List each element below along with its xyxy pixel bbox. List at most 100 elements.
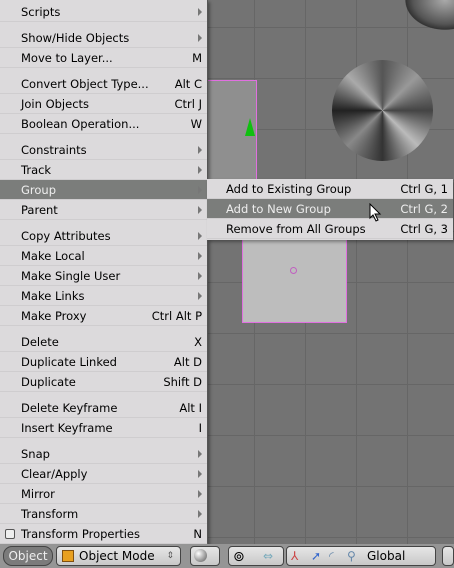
pivot-icon: ⊚: [233, 549, 245, 565]
submenu-arrow-icon: [198, 166, 202, 174]
shortcut-label: Alt D: [173, 355, 202, 369]
shortcut-label: Alt I: [179, 401, 202, 415]
menu-item-label: Add to Existing Group: [226, 182, 352, 196]
menu-item-label: Make Links: [21, 289, 85, 303]
object-origin: [290, 267, 297, 274]
sphere-object[interactable]: [405, 0, 454, 30]
menu-item-mirror[interactable]: Mirror: [0, 484, 207, 504]
menu-item-label: Group: [21, 183, 57, 197]
layer-button[interactable]: [442, 546, 454, 566]
menu-item-label: Insert Keyframe: [21, 421, 113, 435]
shortcut-label: Ctrl G, 2: [400, 202, 448, 216]
submenu-arrow-icon: [198, 186, 202, 194]
shortcut-label: Ctrl G, 3: [400, 222, 448, 236]
submenu-arrow-icon: [198, 232, 202, 240]
shortcut-label: I: [198, 421, 202, 435]
menu-item-label: Join Objects: [21, 97, 90, 111]
submenu-arrow-icon: [198, 34, 202, 42]
selected-object-base[interactable]: [242, 238, 347, 323]
menu-item-duplicate-linked[interactable]: Duplicate Linked Alt D: [0, 352, 207, 372]
scale-icon: ⚲: [347, 549, 356, 563]
menu-item-insert-keyframe[interactable]: Insert Keyframe I: [0, 418, 207, 438]
menu-item-remove-from-all-groups[interactable]: Remove from All Groups Ctrl G, 3: [207, 219, 453, 239]
shortcut-label: Ctrl J: [174, 97, 202, 111]
menu-item-label: Transform Properties: [21, 527, 140, 541]
menu-item-copy-attributes[interactable]: Copy Attributes: [0, 226, 207, 246]
menu-item-label: Convert Object Type...: [21, 77, 149, 91]
menu-item-constraints[interactable]: Constraints: [0, 140, 207, 160]
menu-item-transform[interactable]: Transform: [0, 504, 207, 524]
menu-item-label: Scripts: [21, 5, 61, 19]
menu-item-convert-object-type[interactable]: Convert Object Type... Alt C: [0, 74, 207, 94]
shortcut-label: Alt C: [174, 77, 202, 91]
menu-item-label: Mirror: [21, 487, 55, 501]
shortcut-label: M: [192, 51, 202, 65]
object-menu-button[interactable]: Object: [3, 546, 53, 566]
shortcut-label: W: [190, 117, 202, 131]
submenu-arrow-icon: [198, 510, 202, 518]
submenu-arrow-icon: [198, 252, 202, 260]
orientation-label: Global: [367, 549, 406, 563]
menu-item-label: Add to New Group: [226, 202, 331, 216]
transform-arrow-icon[interactable]: [245, 118, 255, 136]
menu-item-label: Snap: [21, 447, 50, 461]
submenu-arrow-icon: [198, 292, 202, 300]
menu-item-add-to-new-group[interactable]: Add to New Group Ctrl G, 2: [207, 199, 453, 219]
mode-select[interactable]: Object Mode ⇕: [56, 546, 181, 566]
menu-item-clear-apply[interactable]: Clear/Apply: [0, 464, 207, 484]
menu-item-delete[interactable]: Delete X: [0, 332, 207, 352]
pivot-select[interactable]: ⊚ ⇔: [228, 546, 284, 566]
mouse-cursor-icon: [369, 203, 382, 222]
menu-item-make-local[interactable]: Make Local: [0, 246, 207, 266]
orientation-select[interactable]: ⅄ ➚ ◜ ⚲ Global: [286, 546, 436, 566]
menu-item-label: Parent: [21, 203, 58, 217]
shortcut-label: Ctrl G, 1: [400, 182, 448, 196]
menu-item-make-links[interactable]: Make Links: [0, 286, 207, 306]
menu-item-label: Make Proxy: [21, 309, 87, 323]
menu-item-delete-keyframe[interactable]: Delete Keyframe Alt I: [0, 398, 207, 418]
menu-item-move-to-layer[interactable]: Move to Layer... M: [0, 48, 207, 68]
3d-view-header: Object Object Mode ⇕ ⊚ ⇔ ⅄ ➚ ◜ ⚲ Global: [0, 544, 454, 568]
menu-item-label: Clear/Apply: [21, 467, 88, 481]
object-menu: Scripts Show/Hide Objects Move to Layer...…: [0, 0, 208, 544]
submenu-arrow-icon: [198, 470, 202, 478]
translate-icon: ➚: [311, 549, 322, 563]
menu-item-make-single-user[interactable]: Make Single User: [0, 266, 207, 286]
manipulator-icon: ⅄: [291, 549, 299, 563]
submenu-arrow-icon: [198, 206, 202, 214]
menu-item-parent[interactable]: Parent: [0, 200, 207, 220]
menu-item-label: Track: [21, 163, 52, 177]
cone-object[interactable]: [332, 60, 433, 161]
cube-icon: [62, 550, 74, 562]
mode-label: Object Mode: [79, 549, 155, 563]
shortcut-label: Ctrl Alt P: [151, 309, 202, 323]
menu-item-label: Copy Attributes: [21, 229, 111, 243]
menu-item-label: Show/Hide Objects: [21, 31, 130, 45]
menu-item-label: Duplicate Linked: [21, 355, 117, 369]
submenu-arrow-icon: [198, 490, 202, 498]
menu-item-label: Boolean Operation...: [21, 117, 140, 131]
menu-item-label: Make Local: [21, 249, 85, 263]
menu-item-snap[interactable]: Snap: [0, 444, 207, 464]
group-submenu: Add to Existing Group Ctrl G, 1 Add to New…: [207, 179, 453, 240]
menu-item-label: Duplicate: [21, 375, 76, 389]
menu-item-transform-properties[interactable]: Transform Properties N: [0, 524, 207, 544]
menu-item-boolean-operation[interactable]: Boolean Operation... W: [0, 114, 207, 134]
menu-item-add-to-existing-group[interactable]: Add to Existing Group Ctrl G, 1: [207, 179, 453, 199]
menu-item-label: Transform: [21, 507, 79, 521]
rotate-icon: ◜: [329, 549, 334, 563]
menu-item-track[interactable]: Track: [0, 160, 207, 180]
menu-item-duplicate[interactable]: Duplicate Shift D: [0, 372, 207, 392]
menu-item-join-objects[interactable]: Join Objects Ctrl J: [0, 94, 207, 114]
draw-type-select[interactable]: [190, 546, 220, 566]
checkbox-icon[interactable]: [5, 529, 15, 539]
shading-sphere-icon: [194, 549, 207, 562]
menu-item-show-hide-objects[interactable]: Show/Hide Objects: [0, 28, 207, 48]
submenu-arrow-icon: [198, 450, 202, 458]
menu-item-scripts[interactable]: Scripts: [0, 2, 207, 22]
shortcut-label: Shift D: [163, 375, 202, 389]
menu-item-label: Move to Layer...: [21, 51, 113, 65]
shortcut-label: X: [194, 335, 202, 349]
menu-item-group[interactable]: Group: [0, 180, 207, 200]
menu-item-make-proxy[interactable]: Make Proxy Ctrl Alt P: [0, 306, 207, 326]
